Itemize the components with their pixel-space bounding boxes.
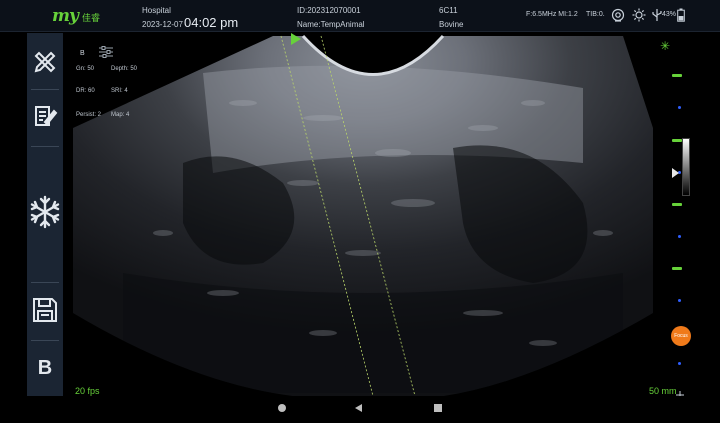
edit-report-icon [35, 106, 58, 126]
frame-rate: 20 fps [75, 386, 100, 396]
dynamic-range-readout: DR: 60 [76, 88, 95, 94]
battery-icon [677, 8, 685, 22]
snowflake-icon [30, 195, 60, 229]
depth-mm-label: 50 mm [649, 386, 677, 396]
map-readout: Map: 4 [111, 112, 130, 118]
freeze-button[interactable] [27, 191, 63, 233]
frequency-mi-readout: F:6.5MHz MI:1.2 [526, 11, 578, 18]
imaging-mode-label: B [80, 50, 85, 57]
hospital-name: Hospital [142, 6, 171, 15]
b-mode-button[interactable]: B [27, 351, 63, 385]
depth-tick-minor [678, 362, 681, 365]
focus-knob[interactable]: Focus [671, 326, 691, 346]
exam-time: 04:02 pm [184, 15, 239, 30]
toolbar-divider [31, 282, 59, 283]
ultrasound-image [73, 33, 653, 396]
depth-tick-major [672, 267, 682, 270]
report-button[interactable] [27, 99, 63, 133]
grayscale-bar [682, 138, 690, 196]
ultrasound-image-area[interactable] [63, 33, 668, 396]
measure-button[interactable] [27, 45, 63, 79]
patient-name: Name:TempAnimal [297, 20, 365, 29]
gray-pointer-icon [672, 168, 679, 178]
tib-readout: TIB:0. [586, 11, 605, 18]
nav-recent-icon[interactable] [434, 404, 442, 412]
logo-text: my [52, 6, 79, 26]
toolbar-divider [31, 89, 59, 90]
toolbar-divider [31, 340, 59, 341]
status-bar: my 佳睿 Hospital 2023-12-07 04:02 pm ID:20… [0, 0, 720, 32]
depth-readout: Depth: 50 [111, 66, 138, 72]
ruler-pencil-icon [34, 51, 56, 73]
left-toolbar: B [27, 33, 63, 396]
tgc-sun-icon[interactable]: ✳ [660, 39, 670, 53]
brightness-icon[interactable] [632, 8, 646, 22]
focus-knob-label: Focus [674, 333, 688, 339]
logo-cn-text: 佳睿 [82, 13, 101, 23]
gain-readout: Gn: 50 [76, 66, 95, 72]
persistence-readout: Persist: 2 [76, 112, 102, 118]
android-nav-bar [0, 396, 720, 423]
nav-back-icon[interactable] [355, 404, 362, 412]
save-disk-icon [33, 298, 57, 322]
nav-home-icon[interactable] [278, 404, 286, 412]
camera-icon[interactable] [611, 8, 625, 22]
toolbar-divider [31, 146, 59, 147]
depth-tick-minor [678, 106, 681, 109]
depth-tick-major [672, 203, 682, 206]
depth-tick-major [672, 74, 682, 77]
settings-sliders-icon[interactable] [98, 46, 114, 58]
patient-id: ID:202312070001 [297, 6, 361, 15]
depth-tick-minor [678, 235, 681, 238]
depth-tick-major [672, 139, 682, 142]
battery-percent: 43% [662, 11, 677, 18]
exam-date: 2023-12-07 [142, 20, 183, 29]
depth-tick-minor [678, 299, 681, 302]
sri-readout: SRI: 4 [111, 88, 128, 94]
species-name: Bovine [439, 20, 464, 29]
brand-logo: my 佳睿 [48, 4, 108, 26]
save-button[interactable] [27, 293, 63, 327]
probe-name: 6C11 [439, 6, 458, 15]
